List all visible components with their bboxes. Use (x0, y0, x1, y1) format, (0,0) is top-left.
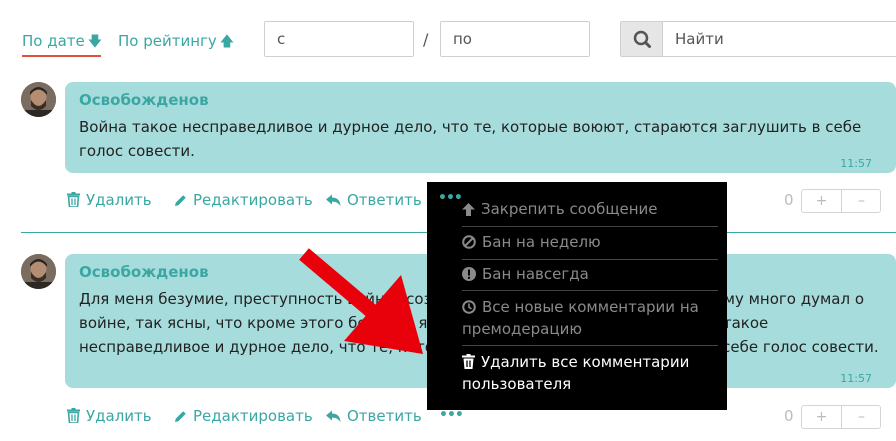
sort-by-date-label: По дате (22, 32, 85, 50)
user-avatar-image (21, 254, 56, 289)
moderation-menu: ••• Закрепить сообщение Бан на неделю Ба… (427, 182, 727, 410)
rating-buttons: + – (801, 405, 881, 429)
pencil-icon (175, 411, 186, 422)
trash-icon (67, 408, 80, 424)
ban-icon (462, 235, 476, 249)
date-separator: / (423, 30, 429, 49)
reply-button[interactable]: Ответить (326, 407, 422, 425)
sort-by-date-link[interactable]: По дате 🡇 (22, 31, 102, 55)
comment-time: 11:57 (840, 372, 872, 385)
reply-label: Ответить (347, 407, 422, 425)
rating-count: 0 (784, 191, 794, 209)
menu-item-pin[interactable]: Закрепить сообщение (462, 198, 712, 220)
reply-icon (326, 194, 341, 207)
arrow-up-icon (462, 203, 475, 216)
menu-item-ban-week-label: Бан на неделю (482, 233, 601, 251)
menu-item-delete-all[interactable]: Удалить все комментарии пользователя (462, 351, 712, 395)
reply-button[interactable]: Ответить (326, 191, 422, 209)
sort-by-rating-label: По рейтингу (118, 32, 217, 50)
delete-label: Удалить (86, 191, 152, 209)
comment-author[interactable]: Освобожденов (79, 91, 882, 109)
menu-item-ban-week[interactable]: Бан на неделю (462, 231, 712, 253)
date-from-input[interactable] (264, 21, 414, 57)
menu-divider (462, 290, 718, 291)
arrow-up-icon: 🡅 (219, 34, 235, 50)
edit-label: Редактировать (193, 191, 313, 209)
clock-icon (462, 300, 476, 314)
delete-button[interactable]: Удалить (67, 407, 152, 425)
comment-time: 11:57 (840, 157, 872, 170)
search-icon (633, 30, 651, 48)
menu-item-delete-all-label: Удалить все комментарии пользователя (462, 353, 690, 393)
exclamation-icon (462, 267, 476, 281)
edit-button[interactable]: Редактировать (174, 407, 313, 425)
arrow-down-icon: 🡇 (87, 34, 103, 50)
comment-bubble: Освобожденов Война такое несправедливое … (65, 82, 896, 173)
menu-divider (462, 345, 718, 346)
menu-item-premoderate[interactable]: Все новые комментарии на премодерацию (462, 296, 712, 340)
menu-item-ban-forever[interactable]: Бан навсегда (462, 263, 712, 285)
downvote-button[interactable]: – (842, 406, 881, 428)
sort-by-rating-link[interactable]: По рейтингу 🡅 (118, 31, 234, 55)
menu-item-ban-forever-label: Бан навсегда (482, 265, 589, 283)
annotation-arrow-icon (299, 248, 423, 354)
menu-item-pin-label: Закрепить сообщение (481, 200, 658, 218)
downvote-button[interactable]: – (842, 190, 881, 212)
reply-icon (326, 410, 341, 423)
delete-button[interactable]: Удалить (67, 191, 152, 209)
delete-label: Удалить (86, 407, 152, 425)
upvote-button[interactable]: + (802, 190, 842, 212)
avatar[interactable] (21, 82, 56, 117)
date-to-input[interactable] (440, 21, 590, 57)
avatar[interactable] (21, 254, 56, 289)
menu-divider (462, 226, 718, 227)
search-button[interactable] (620, 21, 662, 57)
trash-icon (462, 354, 475, 369)
rating-count: 0 (784, 407, 794, 425)
menu-item-premoderate-label: Все новые комментарии на премодерацию (462, 298, 699, 338)
edit-button[interactable]: Редактировать (174, 191, 313, 209)
user-avatar-image (21, 82, 56, 117)
more-actions-button[interactable]: ••• (438, 190, 463, 206)
rating-buttons: + – (801, 189, 881, 213)
reply-label: Ответить (347, 191, 422, 209)
active-sort-underline (22, 55, 101, 57)
trash-icon (67, 192, 80, 208)
edit-label: Редактировать (193, 407, 313, 425)
search-input[interactable] (662, 21, 896, 57)
pencil-icon (175, 195, 186, 206)
upvote-button[interactable]: + (802, 406, 842, 428)
menu-divider (462, 259, 718, 260)
comment-text: Война такое несправедливое и дурное дело… (79, 118, 862, 160)
